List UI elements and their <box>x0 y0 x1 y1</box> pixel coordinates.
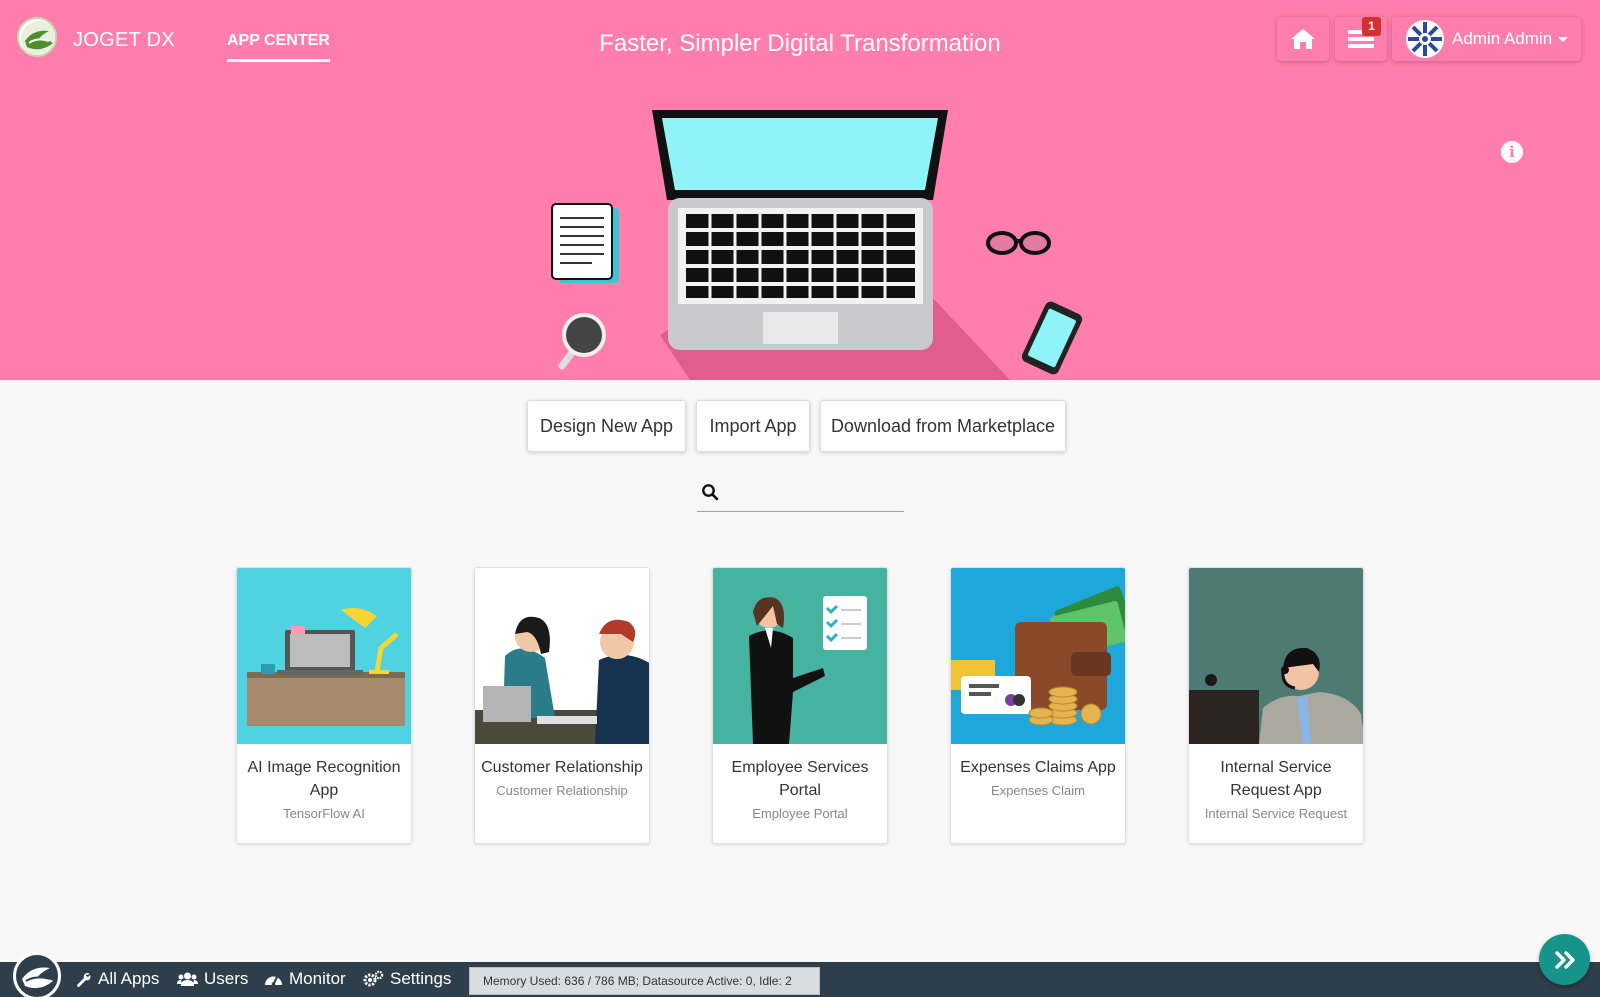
app-thumbnail <box>475 568 649 744</box>
app-subtitle: TensorFlow AI <box>283 806 365 821</box>
search-icon <box>702 484 719 501</box>
wrench-icon <box>77 972 91 987</box>
home-icon <box>1291 29 1315 49</box>
user-menu[interactable]: Admin Admin <box>1392 17 1581 61</box>
search-box <box>697 478 904 512</box>
app-card-expenses-claims[interactable]: Expenses Claims App Expenses Claim <box>950 567 1126 844</box>
app-subtitle: Internal Service Request <box>1204 806 1348 821</box>
gears-icon <box>363 970 384 987</box>
notification-badge: 1 <box>1362 17 1381 36</box>
info-icon[interactable]: i <box>1501 141 1523 163</box>
app-thumbnail <box>1189 568 1363 744</box>
double-chevron-right-icon <box>1554 950 1575 969</box>
hero-banner: JOGET DX APP CENTER Faster, Simpler Digi… <box>0 0 1600 380</box>
app-card-employee-services-portal[interactable]: Employee Services Portal Employee Portal <box>712 567 888 844</box>
monitor-link[interactable]: Monitor <box>264 969 346 989</box>
app-title: AI Image Recognition App <box>247 759 401 799</box>
download-marketplace-button[interactable]: Download from Marketplace <box>820 400 1066 452</box>
all-apps-link[interactable]: All Apps <box>75 969 159 989</box>
app-title: Internal Service Request App <box>1220 759 1332 799</box>
app-thumbnail <box>713 568 887 744</box>
design-new-app-button[interactable]: Design New App <box>527 400 686 452</box>
import-app-button[interactable]: Import App <box>696 400 810 452</box>
settings-label: Settings <box>390 969 452 988</box>
tasks-button[interactable]: 1 <box>1335 17 1387 61</box>
app-title: Expenses Claims App <box>960 759 1116 776</box>
app-thumbnail <box>237 568 411 744</box>
chevron-down-icon <box>1558 36 1569 42</box>
desk-illustration <box>551 110 1083 380</box>
memory-status: Memory Used: 636 / 786 MB; Datasource Ac… <box>469 967 820 995</box>
users-icon <box>177 972 198 986</box>
user-name: Admin Admin <box>1452 29 1553 48</box>
settings-link[interactable]: Settings <box>363 969 451 989</box>
joget-admin-logo[interactable] <box>13 952 61 997</box>
app-card-ai-image-recognition[interactable]: AI Image Recognition App TensorFlow AI <box>236 567 412 844</box>
avatar <box>1406 20 1444 58</box>
dashboard-gauge-icon <box>265 976 282 986</box>
app-subtitle: Expenses Claim <box>991 783 1085 798</box>
monitor-label: Monitor <box>289 969 346 988</box>
all-apps-label: All Apps <box>98 969 160 988</box>
home-button[interactable] <box>1277 17 1329 61</box>
app-subtitle: Customer Relationship <box>496 783 628 798</box>
users-link[interactable]: Users <box>177 969 248 989</box>
app-card-customer-relationship[interactable]: Customer Relationship Customer Relations… <box>474 567 650 844</box>
app-card-internal-service-request[interactable]: Internal Service Request App Internal Se… <box>1188 567 1364 844</box>
users-label: Users <box>204 969 249 988</box>
app-title: Employee Services Portal <box>731 759 869 799</box>
app-title: Customer Relationship <box>481 759 643 776</box>
app-subtitle: Employee Portal <box>752 806 848 821</box>
expand-button[interactable] <box>1539 934 1590 985</box>
app-thumbnail <box>951 568 1125 744</box>
search-input[interactable] <box>727 482 897 508</box>
